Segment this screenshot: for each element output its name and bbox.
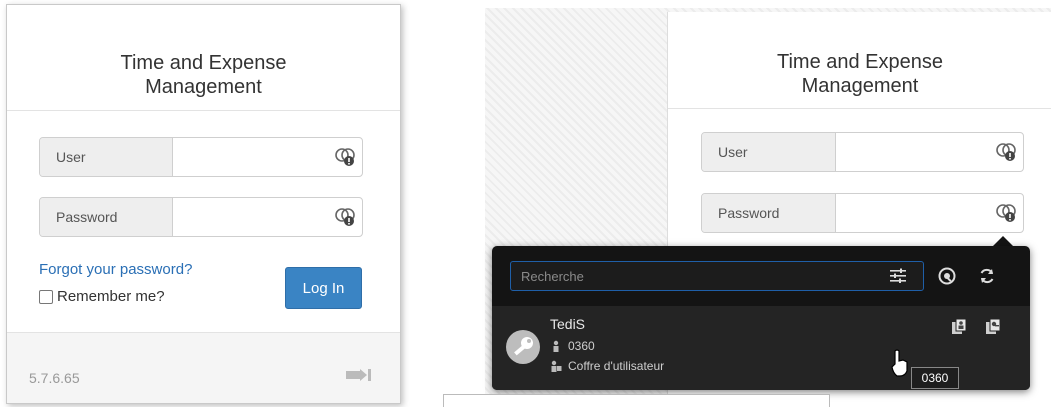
login-card-left: Time and Expense Management User Passwor… — [6, 4, 401, 404]
password-label-right: Password — [702, 194, 836, 232]
app-title: Time and Expense Management — [7, 51, 400, 99]
user-field-right[interactable]: User — [701, 132, 1024, 172]
person-icon — [553, 340, 559, 352]
password-manager-icon[interactable] — [334, 206, 356, 228]
entry-vault: Coffre d'utilisateur — [550, 359, 664, 373]
entry-login-text: 0360 — [568, 339, 595, 353]
app-title-right: Time and Expense Management — [668, 50, 1051, 98]
remember-me-label: Remember me? — [57, 288, 165, 305]
underlying-element — [443, 394, 830, 407]
lock-icon[interactable] — [938, 267, 956, 285]
sign-in-icon[interactable] — [345, 367, 373, 383]
app-title-line2: Management — [145, 76, 262, 98]
user-label: User — [40, 138, 173, 176]
remember-me-row[interactable]: Remember me? — [39, 288, 165, 305]
popup-arrow — [993, 236, 1013, 246]
forgot-password-link[interactable]: Forgot your password? — [39, 261, 192, 278]
refresh-icon[interactable] — [978, 267, 996, 285]
password-manager-icon[interactable] — [995, 202, 1017, 224]
search-placeholder: Recherche — [521, 269, 584, 284]
search-input[interactable]: Recherche — [510, 261, 924, 291]
entry-vault-text: Coffre d'utilisateur — [568, 359, 665, 373]
copy-user-icon[interactable] — [950, 318, 968, 336]
tooltip: 0360 — [911, 367, 959, 389]
remember-me-checkbox[interactable] — [39, 289, 53, 304]
vault-icon — [551, 360, 562, 372]
password-field[interactable]: Password — [39, 197, 363, 237]
app-title-right-line1: Time and Expense — [776, 51, 943, 73]
filter-icon[interactable] — [889, 268, 907, 284]
entry-login: 0360 — [550, 339, 595, 353]
cursor-icon — [891, 349, 908, 377]
password-label: Password — [40, 198, 173, 236]
app-title-line1: Time and Expense — [120, 52, 287, 74]
header-divider-right — [668, 108, 1051, 109]
app-title-right-line2: Management — [801, 75, 919, 97]
version-text: 5.7.6.65 — [29, 370, 80, 386]
copy-password-icon[interactable] — [984, 318, 1002, 336]
password-manager-icon[interactable] — [995, 141, 1017, 163]
password-manager-icon[interactable] — [334, 146, 356, 168]
user-label-right: User — [702, 133, 836, 171]
entry-name: TediS — [550, 316, 586, 332]
header-divider — [7, 110, 400, 111]
footer — [7, 333, 400, 403]
password-field-right[interactable]: Password — [701, 193, 1024, 233]
key-icon — [506, 330, 540, 364]
login-button[interactable]: Log In — [285, 267, 362, 309]
user-field[interactable]: User — [39, 137, 363, 177]
